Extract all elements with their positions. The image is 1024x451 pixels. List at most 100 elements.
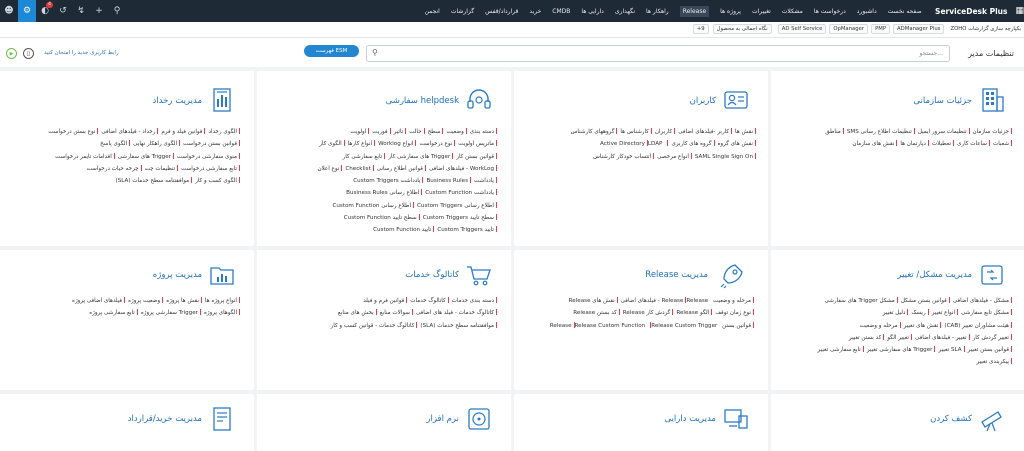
link-item[interactable]: دپارتمان ها (900, 141, 929, 147)
link-item[interactable]: نقش های سازمان (852, 141, 897, 147)
nav-solutions[interactable]: راهکار ها (646, 8, 669, 15)
link-item[interactable]: فیلدهای اضافی پروژه (72, 298, 125, 304)
link-item[interactable]: یادداشت (474, 178, 497, 184)
app-grid-icon[interactable]: ▦ (1015, 6, 1024, 16)
link-item[interactable]: بخش های منابع (338, 310, 377, 316)
nav-projects[interactable]: پروژه ها (720, 8, 741, 15)
link-item[interactable]: قوانین بستن درخواست (183, 141, 240, 147)
brand-logo[interactable]: ServiceDesk Plus (927, 7, 1013, 16)
link-item[interactable]: اطلاع رسانی Business Rules (346, 190, 422, 196)
link-item[interactable]: تعطیلات (932, 141, 954, 147)
link-item[interactable]: سطح تایید Custom Triggers (423, 215, 497, 221)
link-item[interactable]: انتساب خودکار کارشناس (593, 154, 654, 160)
link-item[interactable]: نوع زمان توقف (715, 310, 754, 316)
link-item[interactable]: تاثیر (394, 129, 407, 135)
nav-changes[interactable]: تغییرات (752, 8, 771, 15)
link-item[interactable]: کاربران (655, 129, 675, 135)
zoho-reports-link[interactable]: یکپارچه سازی گزارشات ZOHO (947, 25, 1024, 33)
nav-purchase[interactable]: خرید (529, 8, 541, 15)
link-item[interactable]: تنظیمات اطلاع رسانی SMS (847, 129, 915, 135)
link-item[interactable]: اقدامات تایمر درخواست (55, 154, 115, 160)
link-item[interactable]: حالت (409, 129, 424, 135)
pmp-link[interactable]: PMP (871, 24, 891, 34)
link-item[interactable]: الگوی رخداد (208, 129, 240, 135)
link-item[interactable]: مشکل Trigger های سفارشی (825, 298, 898, 304)
link-item[interactable]: ساعات کاری (957, 141, 990, 147)
nav-dashboard[interactable]: داشبورد (857, 8, 877, 15)
link-item[interactable]: Trigger های سفارشی تغییر (867, 347, 936, 353)
link-item[interactable]: الگوی کسب و کار (195, 178, 240, 184)
link-item[interactable]: Checklist (345, 166, 373, 172)
link-item[interactable]: منوی سفارشی درخواست (177, 154, 240, 160)
link-item[interactable]: مشکل - فیلدهای اضافی (953, 298, 1012, 304)
link-item[interactable]: تابع سفارشی کار (343, 154, 386, 160)
link-item[interactable]: نقش ها پروژه (166, 298, 202, 304)
link-item[interactable]: تغییر - فیلدهای اضافی (915, 335, 970, 341)
history-icon[interactable]: ↺ (54, 0, 72, 22)
link-item[interactable]: تایید Custom Triggers (437, 227, 497, 233)
link-item[interactable]: قوانین بستن مشکل (901, 298, 950, 304)
try-new-ui-link[interactable]: رابط کاربری جدید را امتحان کنید (44, 50, 119, 56)
link-item[interactable]: چرخه حیات درخواست (87, 166, 142, 172)
ad-self-service-link[interactable]: AD Self Service (777, 24, 827, 34)
link-item[interactable]: گروههای کارشناس (571, 129, 618, 135)
link-item[interactable]: قوانین اطلاع رسانی (377, 166, 426, 172)
link-item[interactable]: جزئیات سازمان (973, 129, 1012, 135)
link-item[interactable]: مناطق (825, 129, 844, 135)
link-item[interactable]: نوع درخواست (419, 141, 455, 147)
link-item[interactable]: نقش های گروه (718, 141, 757, 147)
link-item[interactable]: Trigger های سفارشی (118, 154, 174, 160)
link-item[interactable]: انواع تغییر (932, 310, 958, 316)
link-item[interactable]: شعبات (993, 141, 1012, 147)
link-item[interactable]: تابع سفارشی پروژه (89, 310, 138, 316)
nav-community[interactable]: انجمن (425, 8, 440, 15)
link-item[interactable]: الگو Release (676, 310, 712, 316)
link-item[interactable]: انواع کارها (348, 141, 375, 147)
link-item[interactable]: سطح تایید Custom Function (344, 215, 420, 221)
link-item[interactable]: Release Custom Trigger (648, 323, 717, 329)
opmanager-link[interactable]: OpManager (829, 24, 869, 34)
plus-icon[interactable]: + (90, 0, 108, 22)
link-item[interactable]: LDAP (645, 141, 663, 147)
link-item[interactable]: وضعیت پروژه (128, 298, 163, 304)
notification-bell-icon[interactable]: ◐ 4 (36, 0, 54, 22)
link-item[interactable]: کاتالوگ خدمات - قوانین کسب و کار (331, 323, 418, 329)
link-item[interactable]: نوع اعلان (317, 166, 342, 172)
nav-home[interactable]: صفحه نخست (888, 8, 922, 15)
link-item[interactable]: الگوهای پروژه (204, 310, 240, 316)
link-item[interactable]: سطح (428, 129, 444, 135)
link-item[interactable]: تغییر گردش کار (973, 335, 1012, 341)
link-item[interactable]: گردش کار Release (623, 310, 674, 316)
link-item[interactable]: موافقتنامه سطح خدمات (SLA) (116, 178, 193, 184)
link-item[interactable]: مشکل تابع سفارشی (961, 310, 1012, 316)
link-item[interactable]: تغییر الگو (887, 335, 912, 341)
link-item[interactable]: تنظیمات سرور ایمیل (918, 129, 970, 135)
lightning-icon[interactable]: ↯ (72, 0, 90, 22)
link-item[interactable]: SLA تغییر (938, 347, 964, 353)
link-item[interactable]: پیکربندی تغییر (977, 359, 1012, 365)
link-item[interactable]: دسته بندی خدمات (452, 298, 497, 304)
link-item[interactable]: کاتالوگ خدمات (410, 298, 448, 304)
link-item[interactable]: قوانین فیلد و فرم (161, 129, 205, 135)
link-item[interactable]: رخداد - فیلدهای اضافی (101, 129, 158, 135)
link-item[interactable]: Release Custom Function (572, 323, 646, 329)
link-item[interactable]: Trigger های سفارشی کار (388, 154, 453, 160)
link-item[interactable]: تابع سفارشی درخواست (181, 166, 240, 172)
link-item[interactable]: دسته بندی (470, 129, 497, 135)
google-play-icon[interactable]: ▶ (6, 48, 17, 59)
link-item[interactable]: یادداشت Custom Function (425, 190, 497, 196)
esm-directory-button[interactable]: فهرست ESM (304, 45, 359, 57)
link-item[interactable]: انواع Worklog (378, 141, 416, 147)
link-item[interactable]: دلیل تغییر (883, 310, 909, 316)
link-item[interactable]: الگوی راهکار نهایی (133, 141, 180, 147)
link-item[interactable]: سوالات منابع (380, 310, 413, 316)
link-item[interactable]: قوانین فرم و فیلد (363, 298, 407, 304)
link-item[interactable]: الگوی پاسخ (100, 141, 130, 147)
link-item[interactable]: Business Rules (426, 178, 471, 184)
link-item[interactable]: ماتریس اولویت (458, 141, 497, 147)
link-item[interactable]: نقش های Release (569, 298, 618, 304)
link-item[interactable]: گروه های کاربری (671, 141, 714, 147)
nav-reports[interactable]: گزارشات (451, 8, 474, 15)
nav-problems[interactable]: مشکلات (782, 8, 803, 15)
apple-icon[interactable]:  (23, 48, 34, 59)
